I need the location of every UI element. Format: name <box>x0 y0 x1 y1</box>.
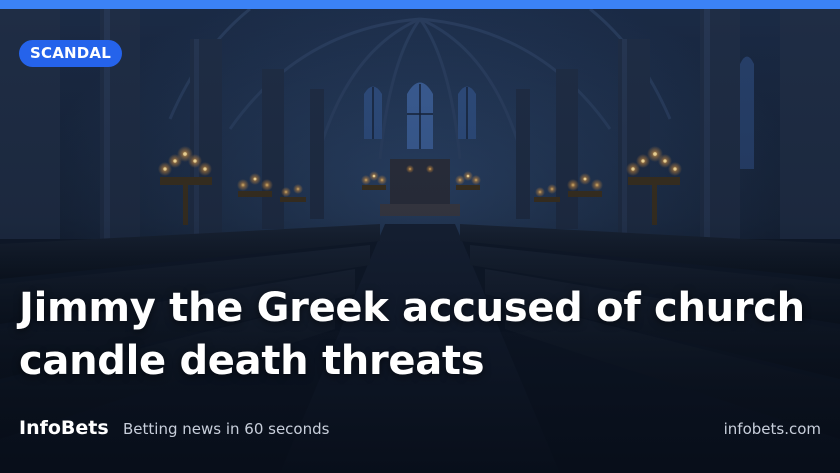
cathedral-background-image <box>0 9 840 473</box>
card-footer: InfoBets Betting news in 60 seconds info… <box>0 410 840 446</box>
brand-tagline: Betting news in 60 seconds <box>123 420 330 438</box>
accent-bar <box>0 0 840 9</box>
site-domain-link[interactable]: infobets.com <box>724 417 821 441</box>
headline[interactable]: Jimmy the Greek accused of church candle… <box>19 282 819 388</box>
brand-logo-text[interactable]: InfoBets <box>19 414 109 442</box>
article-card: SCANDAL Jimmy the Greek accused of churc… <box>0 0 840 473</box>
category-badge[interactable]: SCANDAL <box>19 40 122 67</box>
